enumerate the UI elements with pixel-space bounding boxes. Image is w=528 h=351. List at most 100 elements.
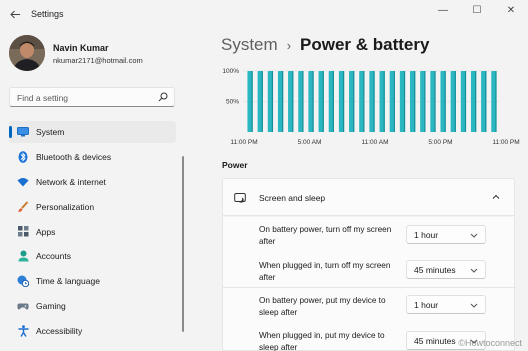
avatar[interactable] xyxy=(9,35,45,71)
chart-x-tick-label: 11:00 AM xyxy=(362,139,389,146)
search-input[interactable] xyxy=(10,89,150,107)
chevron-up-icon[interactable] xyxy=(491,192,501,202)
search-icon[interactable] xyxy=(158,92,168,102)
setting-row: On battery power, turn off my screen aft… xyxy=(223,217,516,252)
sidebar-scrollbar[interactable] xyxy=(182,156,184,332)
user-email: nkumar2171@hotmail.com xyxy=(53,56,143,65)
select-value: 45 minutes xyxy=(414,265,456,275)
chevron-down-icon xyxy=(470,233,478,238)
chart-bar-shade xyxy=(282,71,284,132)
search-box[interactable] xyxy=(9,87,175,107)
battery-level-chart: 100% 50% 11:00 PM 5:00 AM 11:00 AM 5:00 PM 11:… xyxy=(222,68,519,146)
sidebar-item-accounts[interactable]: Accounts xyxy=(9,245,176,267)
chart-bar-shade xyxy=(475,71,477,132)
sidebar-nav: System Bluetooth & devices Network & int… xyxy=(9,121,176,345)
watermark: ©Howtoconnect xyxy=(458,338,522,348)
chart-bar-shade xyxy=(342,71,345,132)
chevron-down-icon xyxy=(470,268,478,273)
sidebar-item-label: Personalization xyxy=(36,201,95,212)
select-value: 1 hour xyxy=(414,300,439,310)
select-value: 45 minutes xyxy=(414,336,456,346)
sidebar-item-label: Gaming xyxy=(36,301,66,312)
screen-sleep-label: Screen and sleep xyxy=(259,193,326,203)
chart-bar-shade xyxy=(322,71,324,132)
setting-row: On battery power, put my device to sleep… xyxy=(223,289,516,324)
chart-y-tick-label: 100% xyxy=(222,68,239,75)
chart-bar-shade xyxy=(292,71,294,132)
battery-sleep-select[interactable]: 1 hour xyxy=(406,295,486,314)
back-button[interactable] xyxy=(6,5,24,23)
sidebar-item-label: System xyxy=(36,127,65,137)
chart-bar-shade xyxy=(464,71,467,132)
chevron-down-icon xyxy=(470,303,478,308)
chart-bar-shade xyxy=(302,71,304,132)
sidebar-item-label: Time & language xyxy=(36,276,100,287)
chart-bar-shade xyxy=(353,71,355,132)
chart-bar-shade xyxy=(454,71,456,132)
setting-label: When plugged in, put my device to sleep … xyxy=(259,331,385,351)
user-name: Navin Kumar xyxy=(53,43,109,53)
breadcrumb: System › Power & battery xyxy=(221,35,429,55)
maximize-button[interactable]: ☐ xyxy=(460,0,494,20)
setting-label: When plugged in, turn off my screen afte… xyxy=(259,261,391,282)
screen-sleep-header[interactable]: Screen and sleep xyxy=(222,178,515,216)
brush-icon xyxy=(17,200,29,213)
sidebar-item-label: Accounts xyxy=(36,251,71,262)
sidebar-item-time-language[interactable]: Time & language xyxy=(9,270,176,292)
chart-bar-shade xyxy=(271,71,274,132)
sidebar-item-personalization[interactable]: Personalization xyxy=(9,196,176,218)
sidebar-item-apps[interactable]: Apps xyxy=(9,221,176,243)
chart-x-tick-label: 5:00 PM xyxy=(428,139,452,146)
apps-icon xyxy=(17,226,29,238)
title-bar: Settings — ☐ ✕ xyxy=(0,0,528,30)
breadcrumb-parent[interactable]: System xyxy=(221,35,278,55)
chart-x-tick-label: 11:00 PM xyxy=(230,139,257,146)
chart-x-tick-label: 11:00 PM xyxy=(492,139,519,146)
window-controls: — ☐ ✕ xyxy=(426,0,528,20)
sidebar-item-label: Accessibility xyxy=(36,326,83,337)
sidebar-item-gaming[interactable]: Gaming xyxy=(9,295,176,317)
chart-bar-shade xyxy=(251,71,253,132)
chart-bar-shade xyxy=(393,71,395,132)
chart-y-tick-label: 50% xyxy=(226,99,239,106)
sidebar-item-label: Bluetooth & devices xyxy=(36,151,112,162)
chart-bar-shade xyxy=(403,71,406,132)
chart-bar-shade xyxy=(373,71,375,132)
setting-row: When plugged in, turn off my screen afte… xyxy=(223,253,516,288)
chart-bar-shade xyxy=(414,71,416,132)
chart-bar-shade xyxy=(495,71,497,132)
chart-x-tick-label: 5:00 AM xyxy=(298,139,322,146)
sidebar-item-system[interactable]: System xyxy=(9,121,176,143)
chart-bar-shade xyxy=(434,71,436,132)
globe-clock-icon xyxy=(17,275,29,288)
screen-sleep-icon xyxy=(234,193,246,203)
select-value: 1 hour xyxy=(414,230,439,240)
setting-label: On battery power, put my device to sleep… xyxy=(259,296,386,317)
close-button[interactable]: ✕ xyxy=(494,0,528,20)
page-title: Power & battery xyxy=(300,35,430,54)
row-divider xyxy=(223,287,516,288)
chart-bar-shade xyxy=(424,71,426,132)
chart-bar-shade xyxy=(312,71,314,132)
section-title-power: Power xyxy=(222,160,248,170)
sidebar-item-bluetooth[interactable]: Bluetooth & devices xyxy=(9,146,176,168)
wifi-icon xyxy=(17,176,29,188)
sidebar-item-accessibility[interactable]: Accessibility xyxy=(9,320,176,342)
sidebar-item-network[interactable]: Network & internet xyxy=(9,171,176,193)
sidebar-item-label: Apps xyxy=(36,226,56,237)
person-icon xyxy=(17,250,29,262)
chart-bar-shade xyxy=(363,71,365,132)
screen-sleep-panel: On battery power, turn off my screen aft… xyxy=(222,217,516,351)
chart-bar-shade xyxy=(332,71,335,132)
plugged-screen-off-select[interactable]: 45 minutes xyxy=(406,260,486,279)
chart-bar-shade xyxy=(261,71,263,132)
battery-screen-off-select[interactable]: 1 hour xyxy=(406,225,486,244)
sidebar-item-label: Network & internet xyxy=(36,176,106,187)
minimize-button[interactable]: — xyxy=(426,0,460,20)
back-arrow-icon xyxy=(9,10,20,18)
bluetooth-icon xyxy=(17,151,29,163)
setting-label: On battery power, turn off my screen aft… xyxy=(259,225,392,246)
chart-bar-shade xyxy=(383,71,385,132)
app-title: Settings xyxy=(31,9,64,19)
breadcrumb-separator: › xyxy=(286,37,292,53)
